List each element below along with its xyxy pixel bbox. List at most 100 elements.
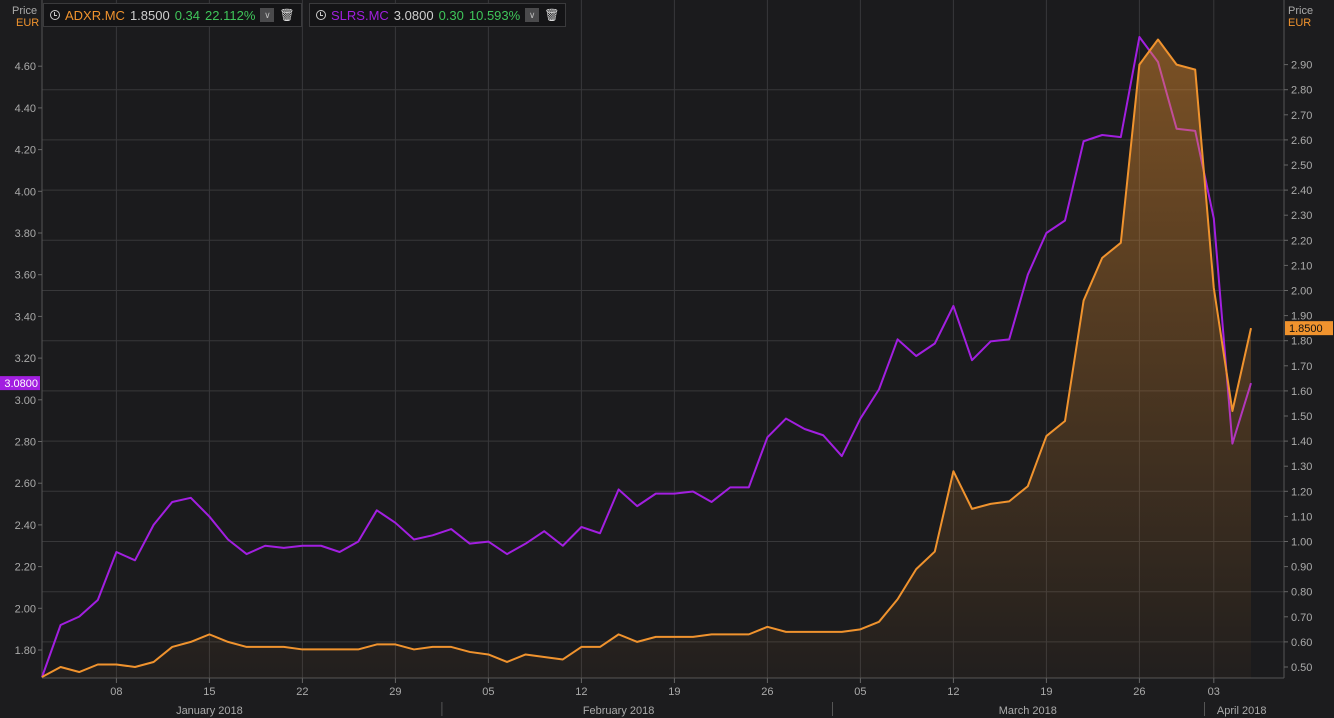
chevron-down-icon[interactable]: ∨ [525,8,540,22]
data-point [467,649,472,654]
data-point [877,619,882,624]
x-tick-label: 05 [854,686,866,698]
data-point [1081,298,1086,303]
trash-icon[interactable]: 🗑 [544,8,559,22]
data-point [1249,326,1254,331]
right-tick-label: 2.80 [1291,85,1312,97]
left-tick-label: 2.20 [15,562,36,574]
data-point [486,652,491,657]
right-tick-label: 1.30 [1291,461,1312,473]
data-point [1193,67,1198,72]
data-point [970,358,975,363]
data-point [1007,337,1012,342]
data-point [430,644,435,649]
data-point [1118,135,1123,140]
right-axis-label: Price [1288,5,1314,17]
data-point [58,665,63,670]
x-tick-label: 12 [575,686,587,698]
data-point [951,469,956,474]
month-label: March 2018 [999,705,1057,717]
data-point [1211,285,1216,290]
data-point [77,670,82,675]
data-point [821,433,826,438]
legend-last: 3.0800 [393,7,434,23]
data-point [746,632,751,637]
data-point [244,644,249,649]
data-point [374,642,379,647]
legend-adxr[interactable]: ADXR.MC 1.8500 0.34 22.112% ∨ 🗑 [43,3,302,27]
data-point [1081,139,1086,144]
legend-ticker[interactable]: ADXR.MC [65,8,125,23]
left-axis-label: Price [12,5,38,17]
data-point [932,549,937,554]
data-point [691,489,696,494]
left-tick-label: 4.40 [15,103,36,115]
right-tick-label: 1.10 [1291,511,1312,523]
data-point [77,614,82,619]
data-point [709,499,714,504]
data-point [839,629,844,634]
data-point [951,303,956,308]
data-point [672,491,677,496]
left-tick-label: 3.20 [15,353,36,365]
month-label: April 2018 [1217,705,1267,717]
right-axis-currency: EUR [1288,17,1312,29]
data-point [114,662,119,667]
data-point [412,537,417,542]
data-point [802,629,807,634]
x-tick-label: 08 [110,686,122,698]
trash-icon[interactable]: 🗑 [279,8,294,22]
right-tick-label: 2.00 [1291,286,1312,298]
right-tick-label: 0.90 [1291,562,1312,574]
data-point [319,647,324,652]
x-tick-label: 15 [203,686,215,698]
data-point [170,499,175,504]
data-point [1044,231,1049,236]
right-tick-label: 2.50 [1291,160,1312,172]
data-point [542,654,547,659]
data-point [226,639,231,644]
data-point [877,387,882,392]
data-point [58,622,63,627]
data-point [598,531,603,536]
data-point [635,639,640,644]
data-point [393,642,398,647]
right-tick-label: 0.80 [1291,587,1312,599]
data-point [616,487,621,492]
left-tick-label: 2.40 [15,520,36,532]
chevron-down-icon[interactable]: ∨ [260,8,275,22]
data-point [319,543,324,548]
data-point [1137,35,1142,40]
left-tick-label: 2.00 [15,603,36,615]
data-point [579,644,584,649]
data-point [988,501,993,506]
left-tick-label: 2.80 [15,437,36,449]
data-point [728,485,733,490]
right-tick-label: 2.10 [1291,260,1312,272]
data-point [263,644,268,649]
x-tick-label: 05 [482,686,494,698]
data-point [914,354,919,359]
price-chart[interactable]: 08 15 22 29 05 12 19 26 05 12 19 26 03 January 2018 Fe… [0,0,1334,718]
data-point [1174,62,1179,67]
data-point [858,627,863,632]
data-point [263,543,268,548]
data-point [839,454,844,459]
x-tick-label: 19 [668,686,680,698]
data-point [802,426,807,431]
data-point [467,541,472,546]
left-tick-label: 4.60 [15,61,36,73]
data-point [188,495,193,500]
data-point [114,550,119,555]
data-point [1137,62,1142,67]
x-tick-label: 29 [389,686,401,698]
data-point [895,337,900,342]
left-tick-label: 3.40 [15,311,36,323]
legend-ticker[interactable]: SLRS.MC [331,8,389,23]
data-point [393,520,398,525]
data-point [188,639,193,644]
legend-slrs[interactable]: SLRS.MC 3.0800 0.30 10.593% ∨ 🗑 [309,3,567,27]
data-point [281,644,286,649]
right-tick-label: 2.90 [1291,60,1312,72]
data-point [1100,133,1105,138]
